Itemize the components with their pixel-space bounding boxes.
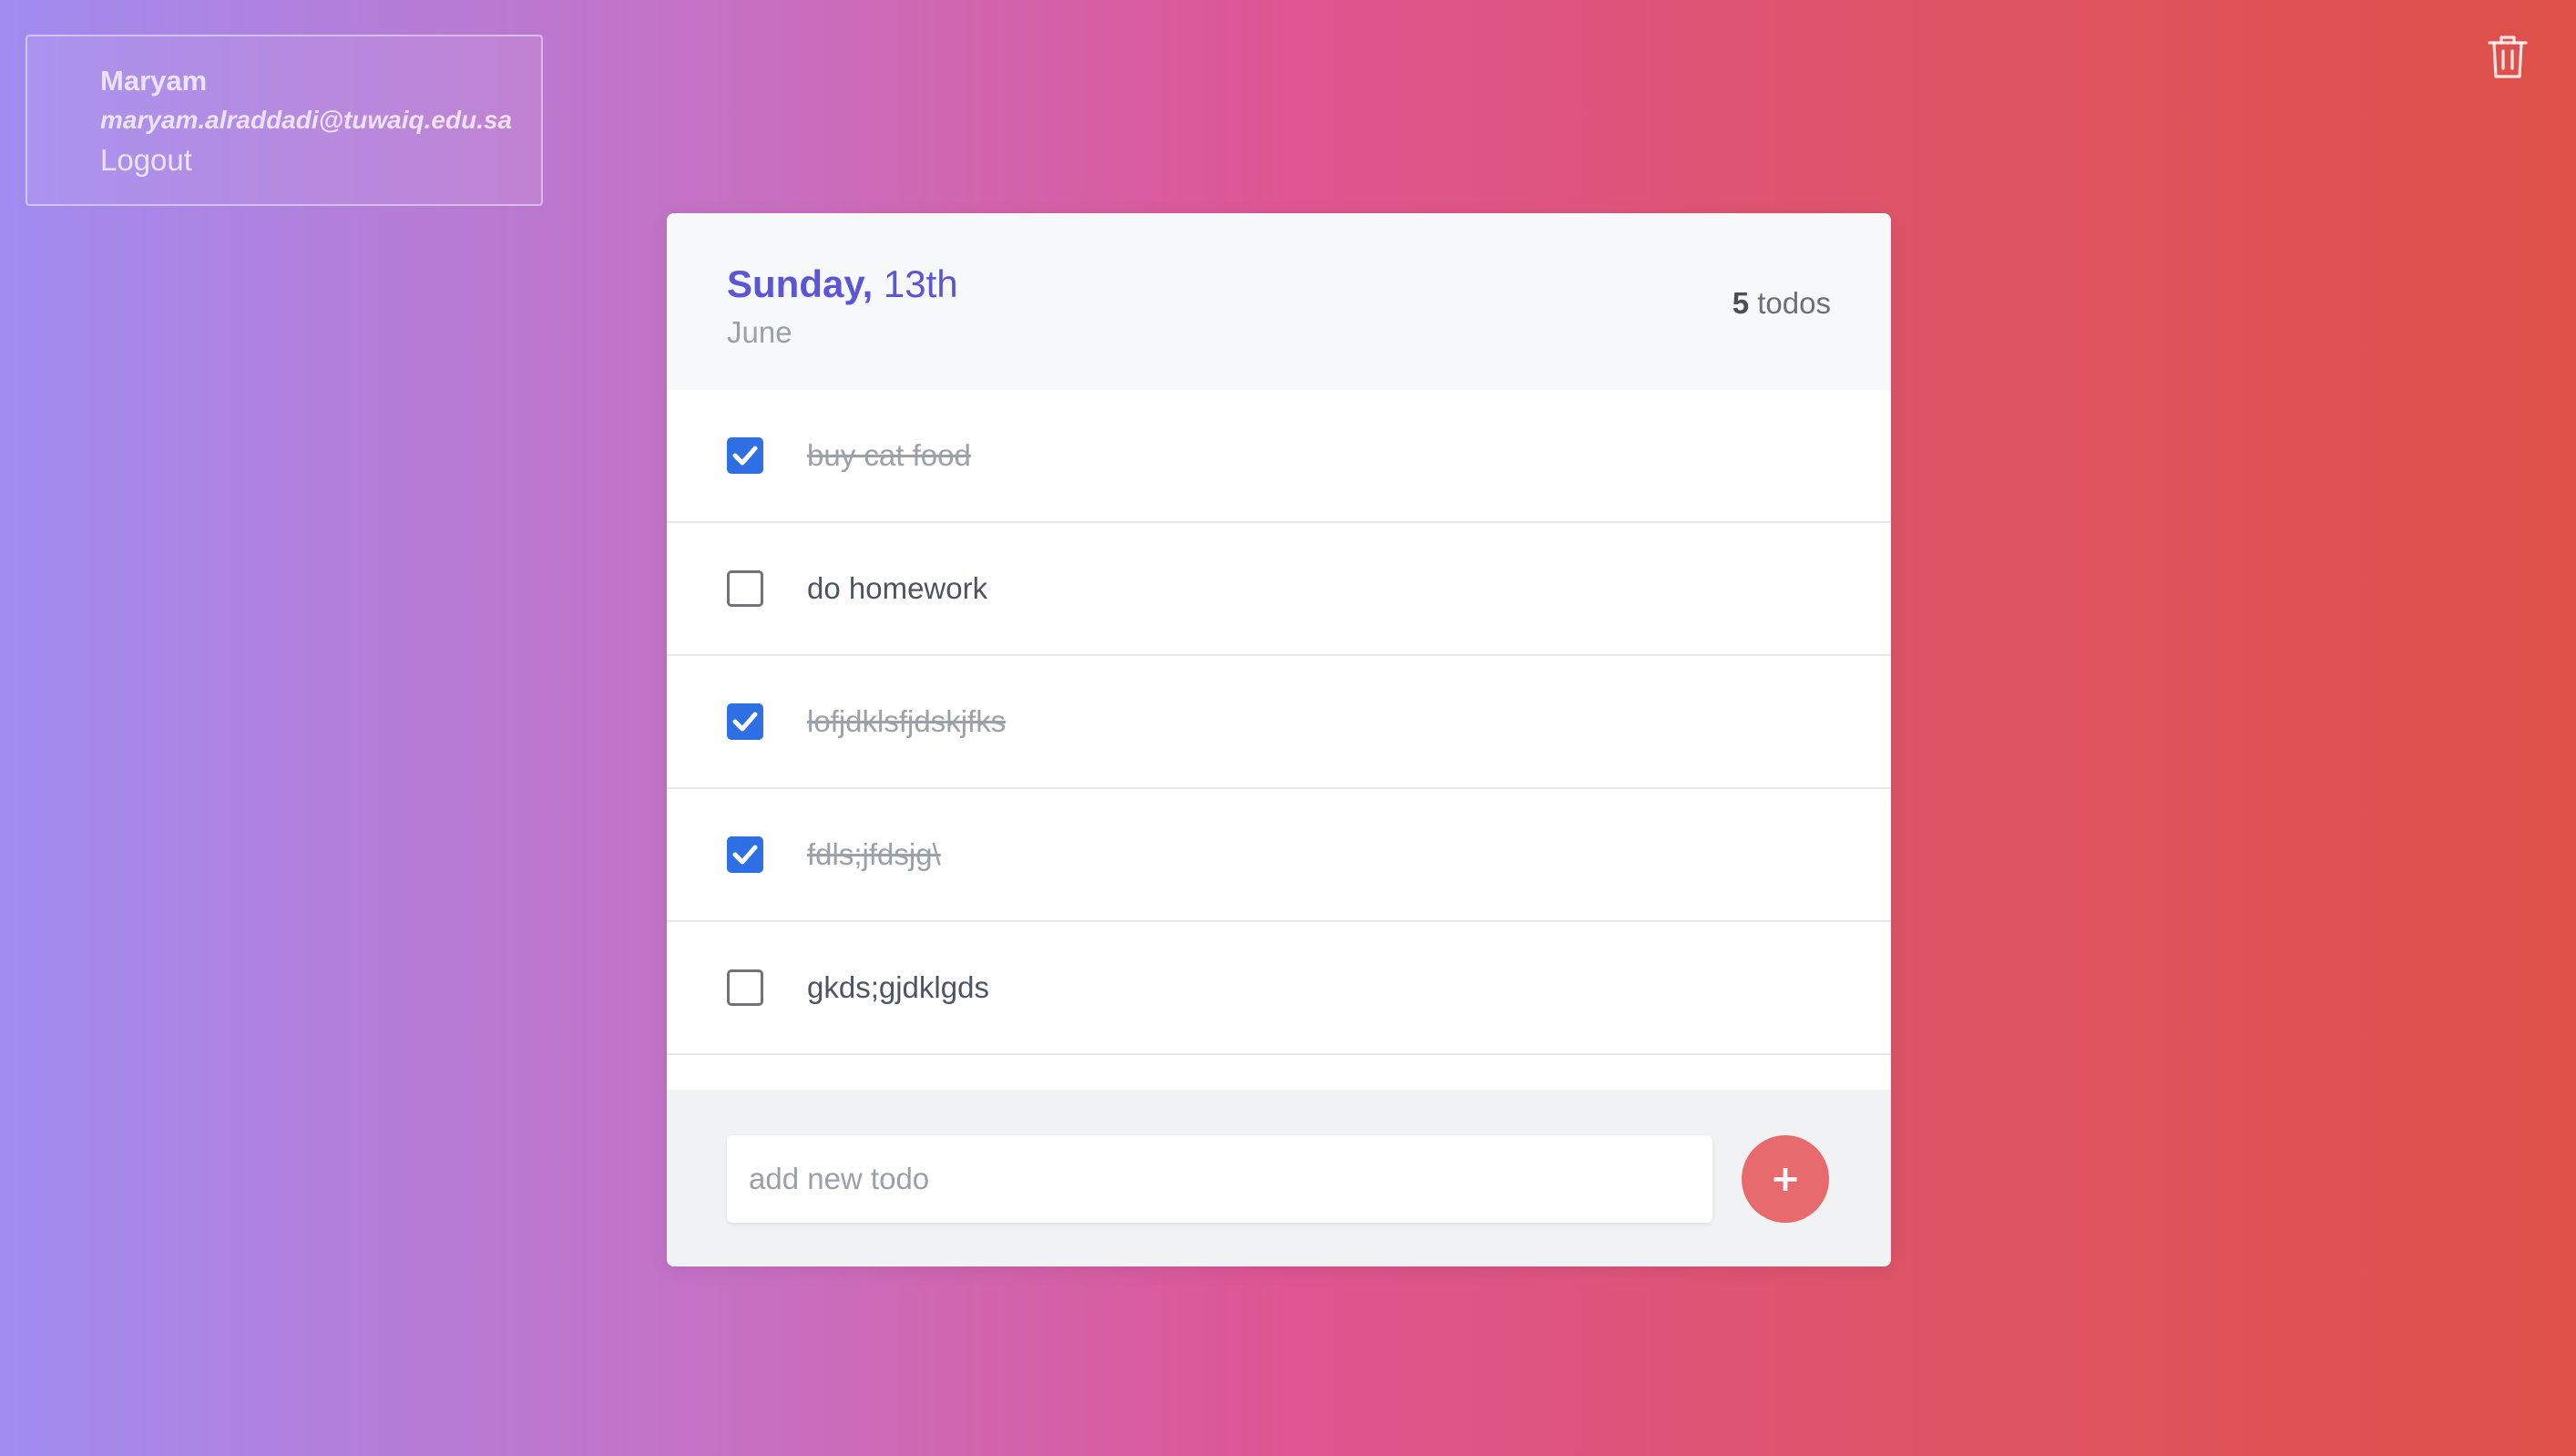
user-email: maryam.alraddadi@tuwaiq.edu.sa — [100, 106, 513, 134]
new-todo-input[interactable] — [727, 1135, 1712, 1223]
todo-checkbox[interactable] — [727, 969, 763, 1006]
todo-text: do homework — [807, 571, 988, 605]
todo-checkbox[interactable] — [727, 437, 763, 474]
todo-item[interactable]: fdls;jfdsjg\ — [667, 789, 1891, 922]
card-footer: + — [667, 1090, 1891, 1266]
todo-item[interactable]: buy cat food — [667, 390, 1891, 523]
todo-count: 5 todos — [1733, 284, 1831, 323]
todo-list: buy cat food do homework lofjdklsfjdskjf… — [667, 390, 1891, 1055]
logout-link[interactable]: Logout — [100, 140, 192, 180]
user-name: Maryam — [100, 65, 208, 97]
user-panel: Maryam maryam.alraddadi@tuwaiq.edu.sa Lo… — [26, 35, 543, 206]
todo-item[interactable]: do homework — [667, 523, 1891, 656]
todo-text: buy cat food — [807, 438, 971, 472]
date-number: 13th — [883, 262, 958, 305]
todo-checkbox[interactable] — [727, 836, 763, 873]
todo-item[interactable]: lofjdklsfjdskjfks — [667, 656, 1891, 789]
card-header: Sunday, 13th June 5 todos — [667, 213, 1891, 390]
todo-text: fdls;jfdsjg\ — [807, 837, 941, 871]
todo-text: gkds;gjdklgds — [807, 970, 989, 1004]
todo-text: lofjdklsfjdskjfks — [807, 704, 1007, 738]
date-month: June — [727, 315, 792, 349]
checkmark-icon — [732, 712, 758, 732]
todo-checkbox[interactable] — [727, 570, 763, 607]
todo-item[interactable]: gkds;gjdklgds — [667, 922, 1891, 1055]
todo-count-label: todos — [1757, 286, 1831, 320]
date-day: Sunday, — [727, 262, 874, 305]
todo-card: Sunday, 13th June 5 todos buy cat food d… — [667, 213, 1891, 1266]
add-todo-button[interactable]: + — [1742, 1135, 1829, 1223]
trash-icon[interactable] — [2487, 33, 2529, 80]
checkmark-icon — [732, 845, 758, 865]
todo-count-number: 5 — [1732, 286, 1750, 320]
todo-checkbox[interactable] — [727, 703, 763, 740]
checkmark-icon — [732, 446, 758, 466]
date-heading: Sunday, 13th — [727, 261, 958, 308]
